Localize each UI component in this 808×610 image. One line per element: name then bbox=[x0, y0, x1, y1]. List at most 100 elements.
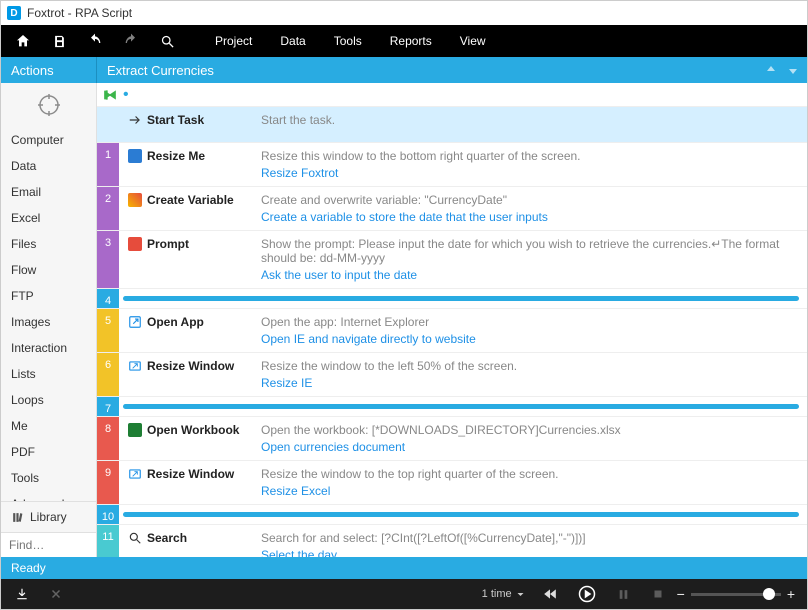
category-list: ComputerDataEmailExcelFilesFlowFTPImages… bbox=[1, 127, 96, 501]
arrow-down-icon[interactable] bbox=[787, 64, 799, 76]
menu-tools[interactable]: Tools bbox=[324, 34, 372, 48]
script-title: Extract Currencies bbox=[107, 63, 214, 78]
category-item[interactable]: Images bbox=[1, 309, 96, 335]
step-description: Show the prompt: Please input the date f… bbox=[261, 237, 799, 265]
library-label: Library bbox=[30, 510, 67, 524]
category-item[interactable]: FTP bbox=[1, 283, 96, 309]
category-item[interactable]: Loops bbox=[1, 387, 96, 413]
zoom-plus[interactable]: + bbox=[787, 586, 795, 602]
pause-button[interactable] bbox=[609, 579, 639, 609]
step-row[interactable]: 6Resize WindowResize the window to the l… bbox=[97, 353, 807, 397]
step-row[interactable]: 5Open AppOpen the app: Internet Explorer… bbox=[97, 309, 807, 353]
stop-button[interactable] bbox=[643, 579, 673, 609]
play-button[interactable] bbox=[569, 579, 605, 609]
step-comment-link[interactable]: Resize IE bbox=[261, 376, 312, 390]
step-number: 10 bbox=[97, 505, 119, 524]
step-description: Resize the window to the top right quart… bbox=[261, 467, 799, 481]
step-row[interactable]: 7 bbox=[97, 397, 807, 417]
step-number: 9 bbox=[97, 461, 119, 504]
category-item[interactable]: PDF bbox=[1, 439, 96, 465]
status-text: Ready bbox=[11, 561, 46, 575]
undo-icon bbox=[87, 33, 103, 49]
category-item[interactable]: Email bbox=[1, 179, 96, 205]
divider-line bbox=[123, 512, 799, 517]
status-bar: Ready bbox=[1, 557, 807, 579]
search-button[interactable] bbox=[153, 27, 181, 55]
category-item[interactable]: Flow bbox=[1, 257, 96, 283]
category-item[interactable]: Advanced bbox=[1, 491, 96, 501]
divider-line bbox=[123, 404, 799, 409]
save-button[interactable] bbox=[45, 27, 73, 55]
library-section[interactable]: Library bbox=[1, 501, 96, 532]
step-row[interactable]: 10 bbox=[97, 505, 807, 525]
header-row: Actions Extract Currencies bbox=[1, 57, 807, 83]
actions-sidebar: ComputerDataEmailExcelFilesFlowFTPImages… bbox=[1, 83, 97, 557]
play-icon bbox=[578, 585, 596, 603]
speed-selector[interactable]: 1 time bbox=[482, 588, 525, 600]
search-icon bbox=[160, 34, 175, 49]
step-name: Resize Me bbox=[145, 143, 257, 186]
menu-project[interactable]: Project bbox=[205, 34, 262, 48]
step-description: Resize this window to the bottom right q… bbox=[261, 149, 799, 163]
resize-window-icon bbox=[119, 353, 145, 396]
title-bar: D Foxtrot - RPA Script bbox=[1, 1, 807, 25]
step-name: Create Variable bbox=[145, 187, 257, 230]
step-row[interactable]: 9Resize WindowResize the window to the t… bbox=[97, 461, 807, 505]
step-row[interactable]: 3PromptShow the prompt: Please input the… bbox=[97, 231, 807, 289]
workbook-icon bbox=[119, 417, 145, 460]
close-icon bbox=[50, 588, 62, 600]
find-input[interactable] bbox=[1, 533, 96, 557]
menu-reports[interactable]: Reports bbox=[380, 34, 442, 48]
pause-icon bbox=[617, 588, 630, 601]
actions-panel-header: Actions bbox=[1, 57, 97, 83]
rewind-icon bbox=[542, 587, 558, 601]
prompt-icon bbox=[119, 231, 145, 288]
close-button[interactable] bbox=[41, 579, 71, 609]
stop-icon bbox=[652, 588, 664, 600]
zoom-slider[interactable] bbox=[691, 593, 781, 596]
start-icon bbox=[119, 107, 145, 142]
download-icon bbox=[15, 587, 29, 601]
rewind-button[interactable] bbox=[535, 579, 565, 609]
category-item[interactable]: Data bbox=[1, 153, 96, 179]
save-icon bbox=[52, 34, 67, 49]
step-comment-link[interactable]: Open IE and navigate directly to website bbox=[261, 332, 476, 346]
category-item[interactable]: Tools bbox=[1, 465, 96, 491]
step-comment-link[interactable]: Create a variable to store the date that… bbox=[261, 210, 548, 224]
home-button[interactable] bbox=[9, 27, 37, 55]
step-description: Create and overwrite variable: "Currency… bbox=[261, 193, 799, 207]
download-button[interactable] bbox=[7, 579, 37, 609]
step-comment-link[interactable]: Select the day bbox=[261, 548, 337, 557]
step-comment-link[interactable]: Resize Foxtrot bbox=[261, 166, 338, 180]
undo-button[interactable] bbox=[81, 27, 109, 55]
run-arrow-icon[interactable] bbox=[103, 88, 117, 102]
category-item[interactable]: Me bbox=[1, 413, 96, 439]
step-comment-link[interactable]: Resize Excel bbox=[261, 484, 330, 498]
step-row[interactable]: 2Create VariableCreate and overwrite var… bbox=[97, 187, 807, 231]
step-row[interactable]: 8Open WorkbookOpen the workbook: [*DOWNL… bbox=[97, 417, 807, 461]
step-comment-link[interactable]: Open currencies document bbox=[261, 440, 405, 454]
category-item[interactable]: Interaction bbox=[1, 335, 96, 361]
menu-bar: Project Data Tools Reports View bbox=[1, 25, 807, 57]
step-description: Search for and select: [?CInt([?LeftOf([… bbox=[261, 531, 799, 545]
resize-window-icon bbox=[119, 461, 145, 504]
step-number: 7 bbox=[97, 397, 119, 416]
step-row[interactable]: 11SearchSearch for and select: [?CInt([?… bbox=[97, 525, 807, 557]
arrow-up-icon[interactable] bbox=[765, 64, 777, 76]
step-description: Resize the window to the left 50% of the… bbox=[261, 359, 799, 373]
zoom-minus[interactable]: − bbox=[677, 586, 685, 602]
target-selector[interactable] bbox=[1, 83, 96, 127]
step-row[interactable]: 4 bbox=[97, 289, 807, 309]
category-item[interactable]: Excel bbox=[1, 205, 96, 231]
step-comment-link[interactable]: Ask the user to input the date bbox=[261, 268, 417, 282]
category-item[interactable]: Lists bbox=[1, 361, 96, 387]
redo-button[interactable] bbox=[117, 27, 145, 55]
step-name: Prompt bbox=[145, 231, 257, 288]
step-row[interactable]: Start TaskStart the task. bbox=[97, 107, 807, 143]
category-item[interactable]: Computer bbox=[1, 127, 96, 153]
category-item[interactable]: Files bbox=[1, 231, 96, 257]
menu-data[interactable]: Data bbox=[270, 34, 315, 48]
step-row[interactable]: 1Resize MeResize this window to the bott… bbox=[97, 143, 807, 187]
step-number: 11 bbox=[97, 525, 119, 557]
menu-view[interactable]: View bbox=[450, 34, 496, 48]
